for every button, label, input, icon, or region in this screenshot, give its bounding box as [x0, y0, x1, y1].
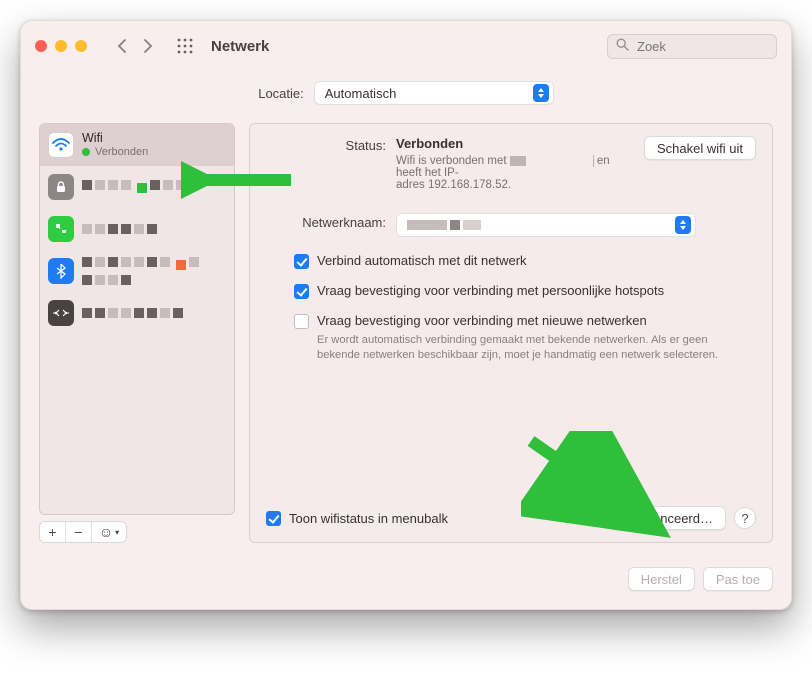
auto-join-checkbox[interactable] — [294, 254, 309, 269]
service-list[interactable]: Wifi Verbonden — [39, 123, 235, 515]
location-value: Automatisch — [325, 86, 397, 101]
status-dot-icon — [82, 148, 90, 156]
close-window-button[interactable] — [35, 40, 47, 52]
service-item-redacted[interactable] — [40, 250, 234, 292]
ask-new-label: Vraag bevestiging voor verbinding met ni… — [317, 313, 647, 328]
search-input[interactable] — [635, 38, 768, 55]
service-item-redacted[interactable] — [40, 292, 234, 334]
show-menubar-label: Toon wifistatus in menubalk — [289, 511, 448, 526]
stepper-icon — [675, 216, 691, 234]
minimize-window-button[interactable] — [55, 40, 67, 52]
service-status: Verbonden — [95, 146, 148, 159]
details-panel: Status: Verbonden Wifi is verbonden met … — [249, 123, 773, 543]
show-menubar-checkbox[interactable] — [266, 511, 281, 526]
ask-hotspot-checkbox[interactable] — [294, 284, 309, 299]
back-button[interactable] — [111, 35, 133, 57]
service-actions-menu[interactable]: ☺︎▾ — [92, 522, 126, 542]
network-name-label: Netwerknaam: — [266, 213, 386, 230]
service-item-wifi[interactable]: Wifi Verbonden — [40, 124, 234, 166]
search-field[interactable] — [607, 34, 777, 59]
location-select[interactable]: Automatisch — [314, 81, 554, 105]
help-button[interactable]: ? — [734, 507, 756, 529]
apply-button[interactable]: Pas toe — [703, 567, 773, 591]
nav-arrows — [111, 35, 159, 57]
lock-icon — [48, 174, 74, 200]
advanced-button[interactable]: Geavanceerd… — [609, 506, 726, 530]
content: Wifi Verbonden — [21, 123, 791, 557]
revert-button[interactable]: Herstel — [628, 567, 695, 591]
ask-new-checkbox[interactable] — [294, 314, 309, 329]
location-label: Locatie: — [258, 86, 304, 101]
zoom-window-button[interactable] — [75, 40, 87, 52]
stepper-icon — [533, 84, 549, 102]
phone-icon — [48, 216, 74, 242]
toolbar: Netwerk — [21, 21, 791, 71]
sidebar: Wifi Verbonden — [39, 123, 235, 543]
network-preferences-window: Netwerk Locatie: Automatisch — [20, 20, 792, 610]
forward-button[interactable] — [137, 35, 159, 57]
window-title: Netwerk — [211, 38, 269, 55]
search-icon — [616, 38, 629, 54]
wifi-icon — [48, 132, 74, 158]
service-name: Wifi — [82, 131, 148, 145]
show-all-icon[interactable] — [177, 38, 193, 54]
auto-join-label: Verbind automatisch met dit netwerk — [317, 253, 527, 268]
ask-hotspot-label: Vraag bevestiging voor verbinding met pe… — [317, 283, 664, 298]
add-service-button[interactable]: + — [40, 522, 66, 542]
network-name-select[interactable] — [396, 213, 696, 237]
status-description: Wifi is verbonden met en heeft het IP- a… — [396, 155, 628, 191]
status-value: Verbonden — [396, 136, 628, 151]
remove-service-button[interactable]: − — [66, 522, 92, 542]
service-list-controls: + − ☺︎▾ — [39, 521, 127, 543]
status-label: Status: — [266, 136, 386, 153]
ask-new-hint: Er wordt automatisch verbinding gemaakt … — [317, 333, 747, 363]
service-item-redacted[interactable] — [40, 208, 234, 250]
service-item-redacted[interactable] — [40, 166, 234, 208]
bluetooth-icon — [48, 258, 74, 284]
location-row: Locatie: Automatisch — [21, 71, 791, 123]
window-controls — [35, 40, 87, 52]
ethernet-icon — [48, 300, 74, 326]
disable-wifi-button[interactable]: Schakel wifi uit — [644, 136, 756, 160]
window-footer: Herstel Pas toe — [21, 557, 791, 609]
